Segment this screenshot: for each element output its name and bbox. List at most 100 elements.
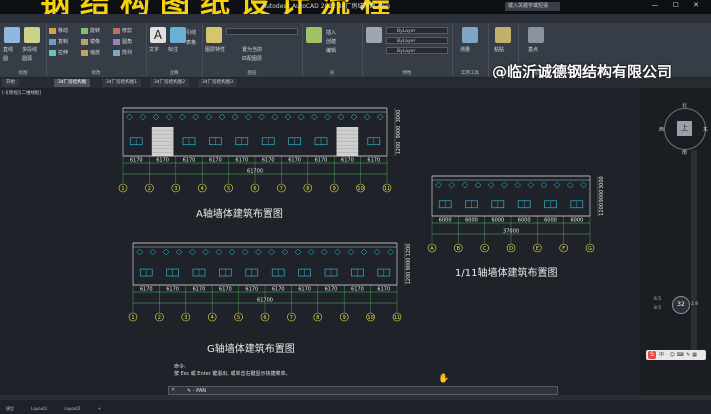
- insert-block-icon[interactable]: [306, 27, 322, 43]
- tool-copy[interactable]: 复制: [49, 38, 68, 45]
- vertical-scrollbar[interactable]: [691, 150, 697, 350]
- tool-line[interactable]: 直线: [3, 46, 13, 53]
- tool-basepoint[interactable]: 基点: [528, 46, 538, 53]
- layout-tab-2[interactable]: Layout2: [58, 406, 86, 411]
- g_axis-height-label: 9000: [406, 258, 412, 271]
- g_axis-span-label: 6170: [166, 287, 179, 293]
- tool-fillet[interactable]: 圆角: [113, 38, 132, 45]
- linetype-dropdown[interactable]: ByLayer: [386, 37, 448, 44]
- tool-circle[interactable]: 圆: [3, 55, 8, 62]
- tool-dimension[interactable]: 标注: [168, 46, 178, 53]
- a_axis-span-label: 6170: [341, 158, 354, 164]
- panel-annotation-label: 注释: [169, 71, 179, 76]
- tool-insert[interactable]: 插入: [326, 29, 336, 36]
- ime-toolbar[interactable]: S 中·☺⌨✎▦: [646, 350, 706, 360]
- g_axis-skylight: [281, 248, 289, 256]
- a_axis-axis-label: 2: [148, 186, 151, 192]
- viewcube[interactable]: 北 南 东 西 上: [659, 103, 708, 156]
- zoom-wheel[interactable]: 32: [672, 296, 690, 314]
- tool-create[interactable]: 创建: [326, 38, 336, 45]
- layout-tab-1[interactable]: Layout1: [25, 406, 53, 411]
- g_axis-span-label: 6170: [351, 287, 364, 293]
- trim-icon: [113, 27, 120, 34]
- viewcube-north[interactable]: 北: [682, 102, 687, 109]
- array-icon: [113, 49, 120, 56]
- ime-tray-icons[interactable]: 中·☺⌨✎▦: [659, 351, 699, 358]
- a_axis-axis-label: 1: [121, 186, 124, 192]
- tool-set-current[interactable]: 置为当前: [242, 46, 262, 53]
- tool-table[interactable]: 表格: [186, 39, 196, 46]
- viewcube-west[interactable]: 西: [659, 126, 664, 133]
- tool-edit[interactable]: 编辑: [326, 47, 336, 54]
- file-tab-2[interactable]: 34厂房结构图1: [102, 79, 142, 87]
- layer-properties-icon[interactable]: [206, 27, 222, 43]
- viewcube-top-face[interactable]: 上: [677, 121, 692, 136]
- a_axis-skylight: [258, 113, 265, 121]
- file-tab-3[interactable]: 34厂房结构图2: [150, 79, 190, 87]
- measure-icon[interactable]: [462, 27, 478, 43]
- mirror-icon: [81, 38, 88, 45]
- a_axis-span-label: 6170: [367, 158, 380, 164]
- g_axis-skylight: [202, 248, 209, 256]
- command-line[interactable]: ✕ ✎ - PAN: [168, 386, 558, 395]
- tool-array[interactable]: 阵列: [113, 49, 132, 56]
- color-dropdown[interactable]: ByLayer: [386, 27, 448, 34]
- line-tool-icon[interactable]: [4, 27, 20, 43]
- tool-match-layer[interactable]: 匹配图层: [242, 55, 262, 62]
- tool-paste[interactable]: 粘贴: [494, 46, 504, 53]
- paste-icon[interactable]: [495, 27, 511, 43]
- panel-modify-label: 修改: [91, 71, 101, 76]
- tool-leader[interactable]: 引线: [186, 29, 196, 36]
- viewcube-east[interactable]: 东: [703, 126, 708, 133]
- a_axis-skylight: [363, 113, 371, 121]
- lineweight-dropdown[interactable]: ByLayer: [386, 47, 448, 54]
- file-tab-4[interactable]: 34厂房结构图3: [198, 79, 238, 87]
- tool-trim[interactable]: 修剪: [113, 27, 132, 34]
- text-tool-icon[interactable]: A: [150, 27, 166, 43]
- command-prompt[interactable]: ✎ - PAN: [187, 387, 206, 395]
- tool-measure[interactable]: 测量: [460, 46, 470, 53]
- g_axis-skylight: [294, 248, 302, 256]
- layout-tab-add[interactable]: +: [92, 406, 107, 411]
- sogou-ime-icon[interactable]: S: [648, 351, 656, 359]
- a_axis-axis-label: 3: [174, 186, 177, 192]
- tool-move[interactable]: 移动: [49, 27, 68, 34]
- basepoint-icon[interactable]: [528, 27, 544, 43]
- tool-polyline[interactable]: 多段线: [22, 46, 37, 53]
- tool-scale[interactable]: 缩放: [81, 49, 100, 56]
- axis_1_11-skylight: [501, 181, 508, 189]
- layer-dropdown[interactable]: [226, 28, 298, 35]
- tool-layer-properties[interactable]: 图层特性: [205, 46, 225, 53]
- nav-readout-2: 8.5: [654, 306, 662, 311]
- tool-arc[interactable]: 圆弧: [22, 55, 32, 62]
- axis_1_11-axis-label: G: [588, 246, 592, 252]
- window-controls[interactable]: — ☐ ✕: [651, 1, 705, 9]
- match-properties-icon[interactable]: [366, 27, 382, 43]
- file-tab-start[interactable]: 开始: [2, 79, 19, 87]
- layout-tab-model[interactable]: 模型: [0, 406, 20, 412]
- tool-stretch-label: 拉伸: [58, 50, 69, 56]
- search-input[interactable]: 键入关键字或短语: [505, 2, 560, 11]
- g_axis-span-label: 6170: [272, 287, 285, 293]
- axis_1_11-height-label: 3000: [599, 176, 605, 189]
- file-tab-1[interactable]: 34厂房结构图: [54, 79, 91, 87]
- axis_1_11-axis-label: A: [430, 246, 434, 252]
- cad-drawing: 6170 6170 6170 6170 6170 6170 6170 6170 6170 6170…: [118, 107, 605, 322]
- axis_1_11-axis-label: E: [536, 246, 539, 252]
- close-icon[interactable]: ✕: [171, 387, 175, 393]
- g_axis-skylight: [241, 248, 249, 256]
- g_axis-axis-label: 4: [211, 315, 214, 321]
- g_axis-skylight: [307, 248, 315, 256]
- tool-stretch[interactable]: 拉伸: [49, 49, 68, 56]
- tool-mirror[interactable]: 镜像: [81, 38, 100, 45]
- panel-utilities: 测量 实用工具: [452, 23, 489, 77]
- tool-rotate[interactable]: 旋转: [81, 27, 100, 34]
- polyline-tool-icon[interactable]: [24, 27, 40, 43]
- g_axis-axis-label: 9: [343, 315, 346, 321]
- axis_1_11-axis-label: C: [483, 246, 487, 252]
- g_axis-axis-label: 11: [394, 315, 400, 321]
- dimension-tool-icon[interactable]: [170, 27, 186, 43]
- a_axis-skylight: [350, 113, 358, 121]
- tool-text[interactable]: 文字: [149, 46, 159, 53]
- viewcube-south[interactable]: 南: [682, 149, 687, 156]
